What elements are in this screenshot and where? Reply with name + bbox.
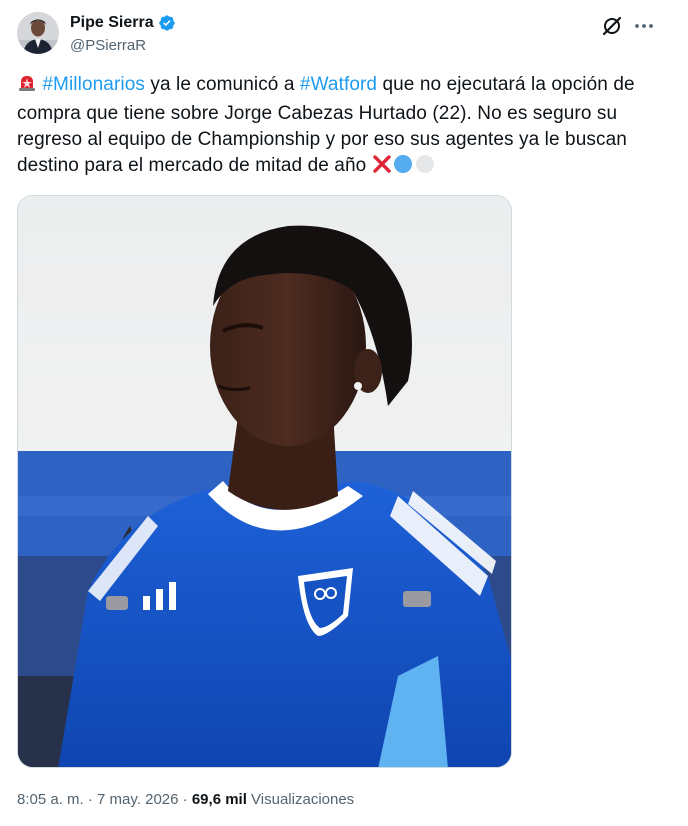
tweet-date-link[interactable]: 7 may. 2026: [97, 791, 178, 808]
person-avatar-icon: [17, 12, 59, 54]
tweet-time-link[interactable]: 8:05 a. m.: [17, 791, 84, 808]
verified-badge-icon: [158, 15, 175, 31]
siren-emoji-icon: [17, 73, 37, 101]
hashtag-millonarios-link[interactable]: #Millonarios: [42, 74, 145, 95]
blue-circle-emoji-icon: [392, 154, 414, 182]
football-player-photo: [18, 196, 511, 767]
views-label: Visualizaciones: [246, 791, 355, 808]
views-count[interactable]: 69,6 mil: [192, 791, 247, 808]
tweet-card: Pipe Sierra @PSierraR #Millonarios ya le…: [0, 0, 688, 826]
hashtag-watford-link[interactable]: #Watford: [300, 74, 377, 95]
cross-mark-emoji-icon: [372, 154, 392, 182]
grok-icon: [602, 16, 622, 36]
avatar[interactable]: [17, 12, 59, 54]
tweet-text: #Millonarios ya le comunicó a #Watford q…: [17, 72, 667, 182]
meta-separator: ·: [178, 791, 192, 808]
grok-button[interactable]: [600, 14, 624, 38]
more-options-button[interactable]: [632, 14, 656, 38]
tweet-text-segment-1: ya le comunicó a: [144, 74, 300, 95]
author-display-name[interactable]: Pipe Sierra: [70, 13, 154, 33]
author-name[interactable]: Pipe Sierra: [70, 13, 176, 33]
author-handle[interactable]: @PSierraR: [70, 37, 146, 55]
tweet-meta: 8:05 a. m. · 7 may. 2026 · 69,6 mil Visu…: [17, 790, 354, 810]
white-circle-emoji-icon: [414, 154, 436, 182]
more-horizontal-icon: [635, 24, 653, 28]
tweet-photo[interactable]: [17, 195, 512, 768]
meta-separator: ·: [83, 791, 98, 808]
